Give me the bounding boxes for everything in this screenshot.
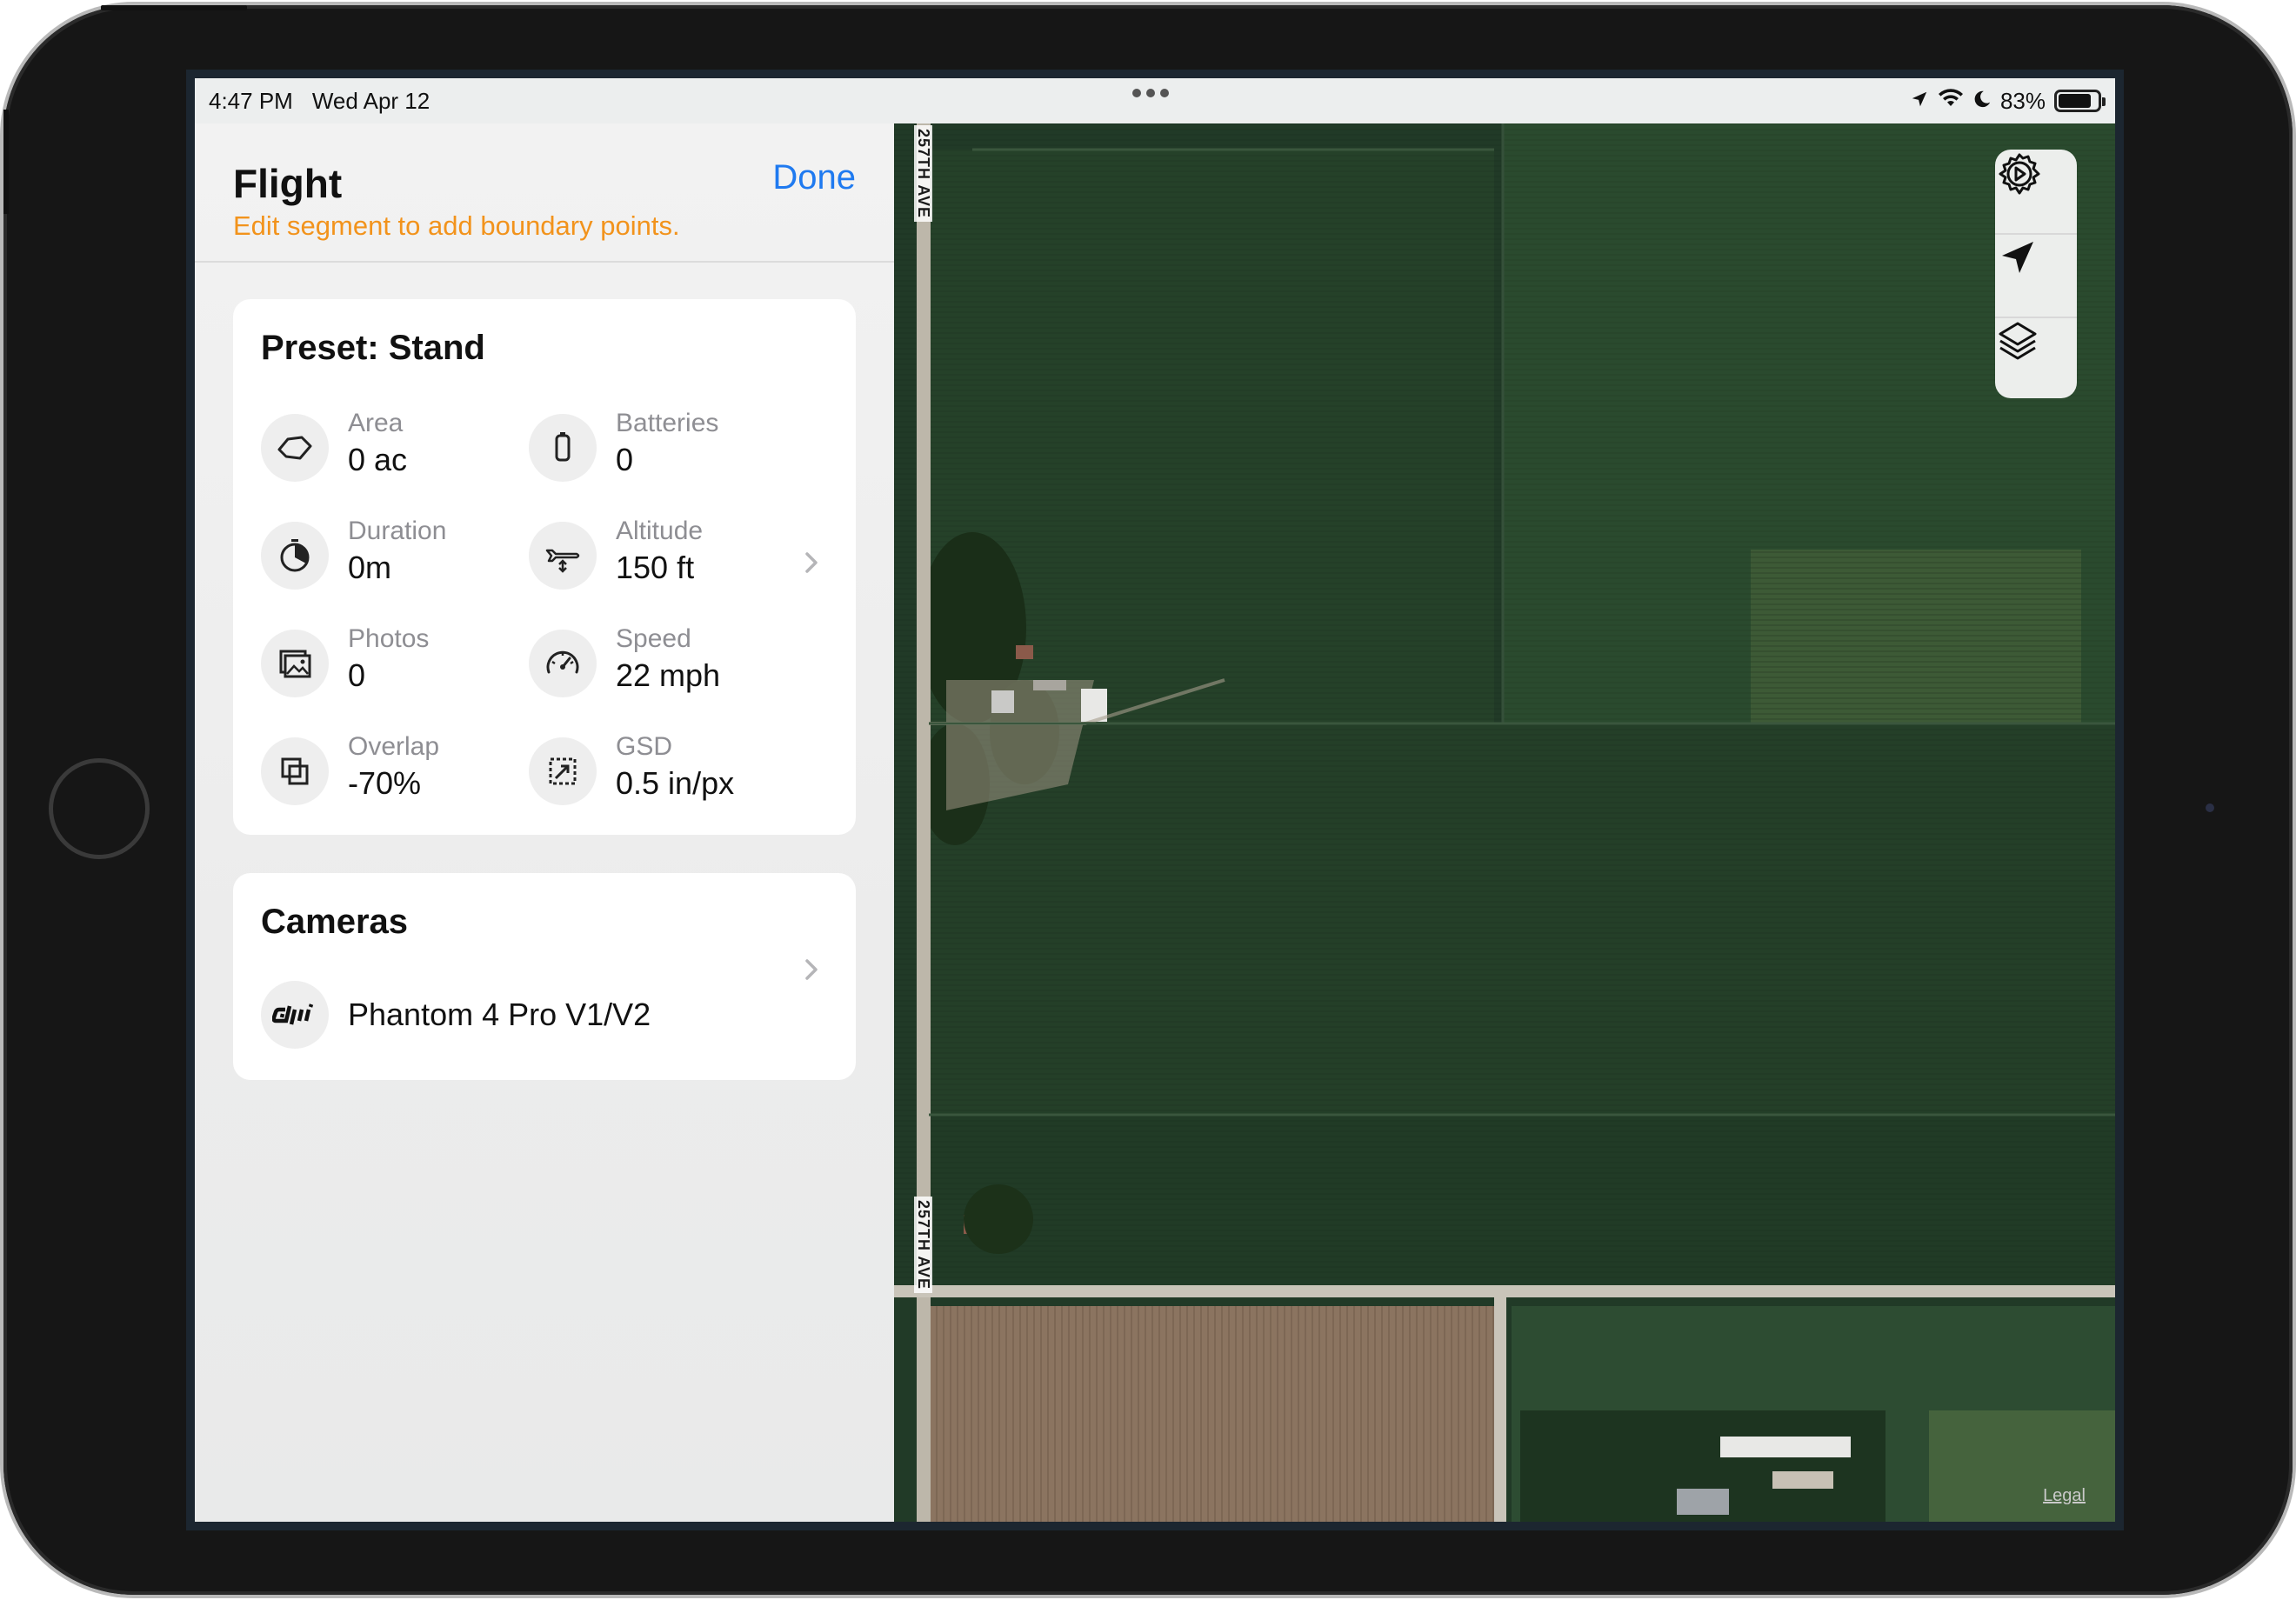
status-time: 4:47 PM [209, 87, 293, 114]
settings-play-button[interactable] [1995, 150, 2077, 231]
done-button[interactable]: Done [772, 158, 856, 197]
preset-card[interactable]: Preset: Stand Area 0 ac Batteries 0 Dura… [233, 299, 856, 835]
screen: 4:47 PM Wed Apr 12 83% Flight Edit segme… [195, 78, 2115, 1522]
stat-value: 150 ft [616, 550, 695, 585]
wifi-icon [1938, 88, 1964, 115]
stat-value: 22 mph [616, 657, 721, 693]
stat-gsd: GSD 0.5 in/px [529, 730, 790, 809]
stat-label: Area [348, 409, 404, 437]
stat-value: 0 [348, 657, 366, 693]
location-arrow-icon [1910, 88, 1929, 115]
stat-batteries: Batteries 0 [529, 407, 790, 485]
stat-value: 0 ac [348, 442, 408, 477]
sidebar-title: Flight [233, 161, 343, 206]
battery-icon [2054, 90, 2106, 112]
stat-label: GSD [616, 732, 673, 761]
camera-row[interactable]: Phantom 4 Pro V1/V2 [261, 981, 818, 1050]
stat-value: 0 [616, 442, 634, 477]
dji-logo-icon [261, 981, 329, 1049]
home-button[interactable] [49, 758, 150, 859]
status-bar: 4:47 PM Wed Apr 12 83% [195, 78, 2115, 123]
stat-photos: Photos 0 [261, 623, 522, 701]
stat-value: -70% [348, 765, 422, 801]
moon-icon [1972, 88, 1992, 115]
side-button [3, 110, 9, 214]
resize-arrow-icon [529, 737, 597, 805]
plane-altitude-icon [529, 522, 597, 590]
road-label: 257TH AVE [914, 1197, 932, 1294]
legal-link[interactable]: Legal [2043, 1486, 2086, 1506]
stat-altitude[interactable]: Altitude 150 ft [529, 515, 790, 593]
stat-speed: Speed 22 mph [529, 623, 790, 701]
stat-value: 0.5 in/px [616, 765, 735, 801]
stat-duration: Duration 0m [261, 515, 522, 593]
locate-button[interactable] [1995, 233, 2077, 315]
satellite-map[interactable]: 257TH AVE 257TH AVE Legal [894, 123, 2115, 1522]
photos-icon [261, 630, 329, 697]
settings-play-icon [1999, 153, 2040, 195]
stat-area: Area 0 ac [261, 407, 522, 485]
volume-button [160, 5, 247, 10]
sidebar-hint: Edit segment to add boundary points. [233, 210, 680, 241]
cameras-title: Cameras [261, 903, 409, 941]
stat-overlap: Overlap -70% [261, 730, 522, 809]
road-label: 257TH AVE [914, 125, 932, 223]
chevron-right-icon[interactable] [798, 957, 824, 983]
layers-button[interactable] [1995, 317, 2077, 398]
stat-label: Altitude [616, 517, 704, 545]
stat-label: Photos [348, 624, 430, 653]
sidebar-header: Flight Edit segment to add boundary poin… [195, 123, 894, 263]
stat-label: Batteries [616, 409, 719, 437]
stat-value: 0m [348, 550, 392, 585]
chevron-right-icon[interactable] [798, 550, 824, 576]
layers-icon [1999, 322, 2037, 360]
locate-arrow-icon [2002, 242, 2033, 273]
preset-title: Preset: Stand [261, 329, 485, 367]
map-imagery [894, 123, 2115, 1522]
front-camera [2206, 803, 2214, 812]
area-shape-icon [261, 414, 329, 482]
timer-icon [261, 522, 329, 590]
camera-name: Phantom 4 Pro V1/V2 [348, 997, 651, 1032]
overlap-squares-icon [261, 737, 329, 805]
cameras-card[interactable]: Cameras Phantom 4 Pro V1/V2 [233, 873, 856, 1080]
status-date: Wed Apr 12 [311, 87, 430, 114]
battery-vertical-icon [529, 414, 597, 482]
multitasking-dots-icon[interactable] [1132, 89, 1169, 97]
stat-label: Speed [616, 624, 691, 653]
flight-sidebar: Flight Edit segment to add boundary poin… [195, 123, 894, 1522]
battery-percent: 83% [1999, 87, 2046, 114]
status-indicators: 83% [1910, 87, 2106, 115]
map-controls [1995, 150, 2077, 398]
speedometer-icon [529, 630, 597, 697]
stat-label: Overlap [348, 732, 440, 761]
stat-label: Duration [348, 517, 447, 545]
